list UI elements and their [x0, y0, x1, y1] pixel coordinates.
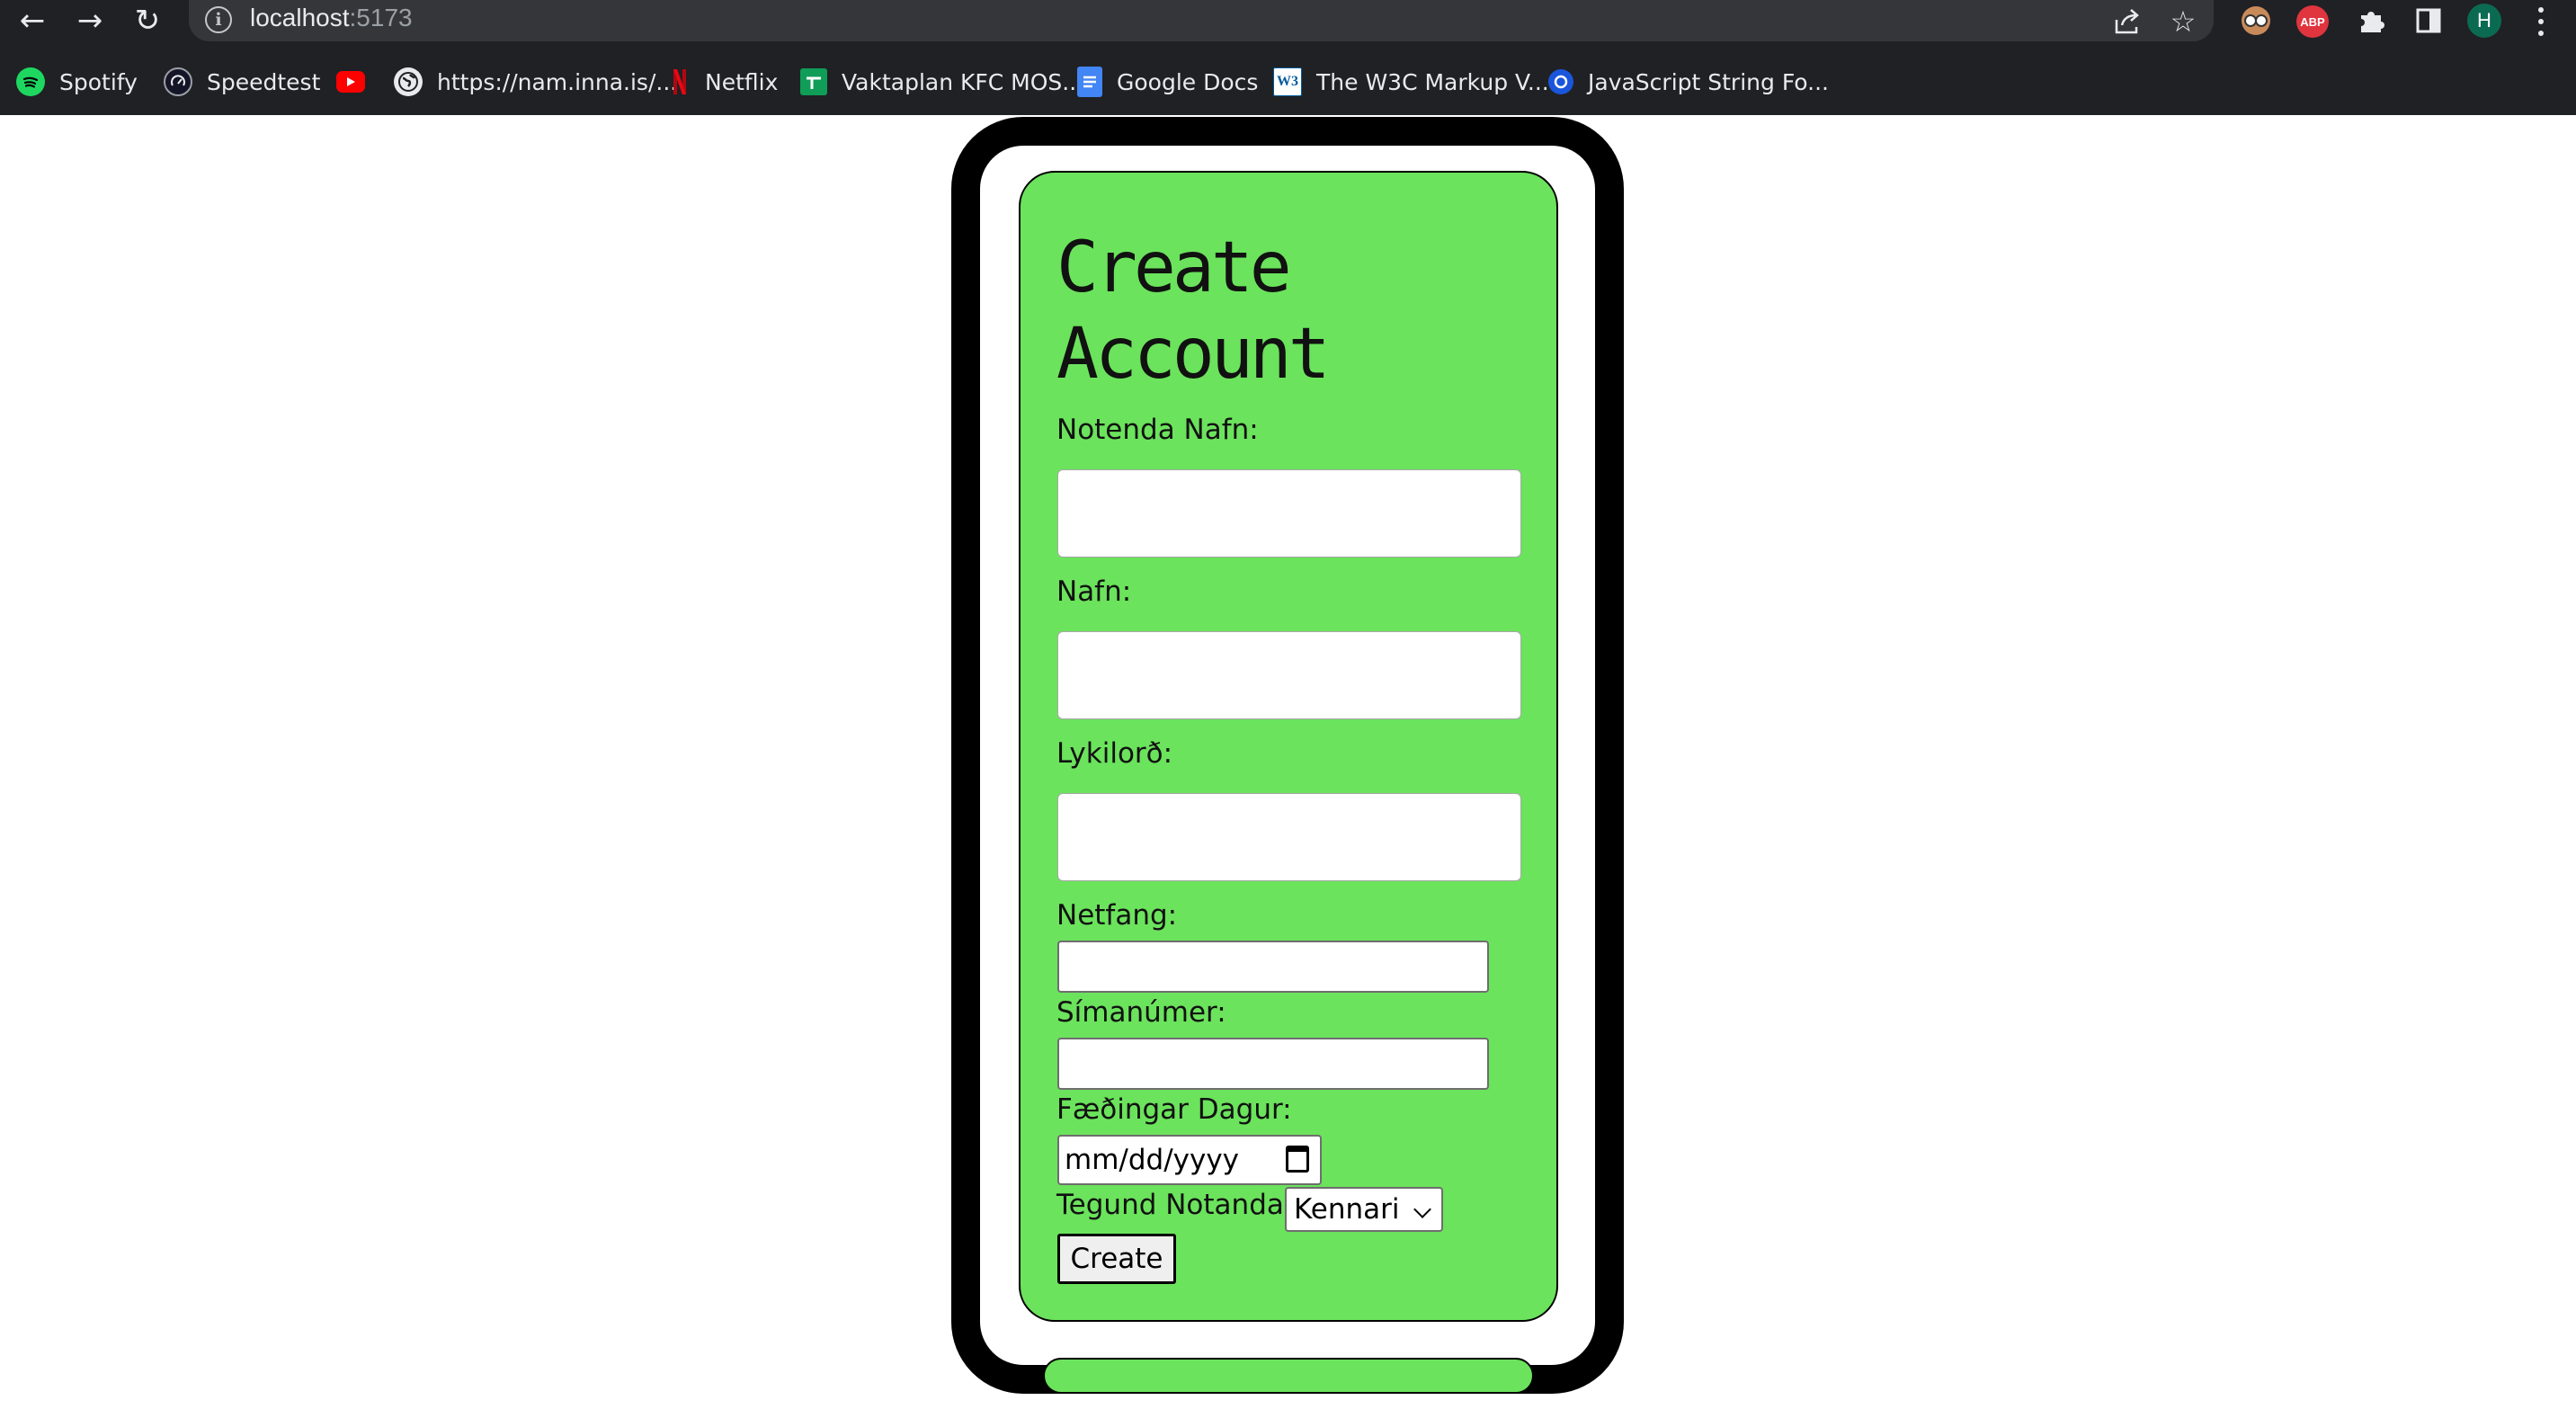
chevron-down-icon [1413, 1200, 1431, 1218]
reader-mode-icon[interactable] [2239, 4, 2273, 38]
calendar-icon[interactable] [1286, 1146, 1309, 1173]
phone-label: Símanúmer: [1056, 996, 1226, 1029]
browser-toolbar: ← → ↻ i localhost:5173 ☆ ABP H Spotify S… [0, 0, 2576, 115]
usertype-selected-value: Kennari [1294, 1193, 1400, 1226]
create-account-card: Create Account Notenda Nafn: Nafn: Lykilo… [1019, 171, 1558, 1322]
side-panel-icon[interactable] [2411, 4, 2446, 38]
page-title: Create Account [1056, 227, 1331, 395]
site-info-icon[interactable]: i [205, 6, 232, 33]
name-label: Nafn: [1056, 575, 1132, 608]
bookmark-star-icon[interactable]: ☆ [2165, 4, 2201, 40]
spotify-icon [16, 67, 45, 96]
date-placeholder: mm/dd/yyyy [1065, 1144, 1240, 1176]
name-input[interactable] [1057, 631, 1521, 719]
w3c-icon: W3 [1273, 67, 1302, 96]
email-label: Netfang: [1056, 899, 1178, 932]
bookmark-google-docs[interactable]: Google Docs [1077, 59, 1258, 104]
username-input[interactable] [1057, 469, 1521, 557]
bookmark-w3c-markup[interactable]: W3 The W3C Markup V... [1273, 59, 1549, 104]
usertype-label: Tegund Notanda: [1056, 1189, 1294, 1221]
share-icon[interactable] [2109, 4, 2145, 40]
bookmark-speedtest[interactable]: Speedtest [164, 59, 320, 104]
address-bar[interactable]: i localhost:5173 ☆ [189, 0, 2214, 41]
more-menu-icon[interactable] [2532, 4, 2550, 40]
bookmark-spotify[interactable]: Spotify [16, 59, 138, 104]
second-card-peek [1043, 1358, 1534, 1394]
username-label: Notenda Nafn: [1056, 414, 1259, 446]
email-input[interactable] [1057, 941, 1489, 993]
bookmark-netflix[interactable]: Netflix [669, 59, 778, 104]
docs-icon [1077, 67, 1102, 97]
sheets-icon [800, 68, 827, 95]
profile-avatar[interactable]: H [2467, 4, 2501, 38]
bookmark-youtube[interactable] [336, 59, 365, 104]
puzzle-extensions-icon[interactable] [2354, 4, 2388, 38]
bookmark-vaktaplan[interactable]: Vaktaplan KFC MOS... [800, 59, 1083, 104]
create-button[interactable]: Create [1057, 1234, 1176, 1284]
js-site-icon [1548, 69, 1573, 94]
speedtest-icon [164, 67, 192, 96]
bookmark-js-string[interactable]: JavaScript String Fo... [1548, 59, 1829, 104]
url-text[interactable]: localhost:5173 [250, 4, 413, 32]
birthday-date-input[interactable]: mm/dd/yyyy [1057, 1135, 1322, 1185]
adblock-plus-icon[interactable]: ABP [2296, 5, 2329, 38]
back-arrow-icon[interactable]: ← [7, 0, 58, 41]
phone-input[interactable] [1057, 1038, 1489, 1090]
forward-arrow-icon[interactable]: → [65, 0, 115, 41]
birthday-label: Fæðingar Dagur: [1056, 1093, 1292, 1126]
netflix-icon [669, 67, 691, 96]
password-input[interactable] [1057, 793, 1521, 881]
usertype-select[interactable]: Kennari [1285, 1187, 1443, 1232]
reload-icon[interactable]: ↻ [122, 0, 173, 41]
youtube-icon [336, 71, 365, 93]
bookmark-nam-inna[interactable]: https://nam.inna.is/... [394, 59, 677, 104]
password-label: Lykilorð: [1056, 737, 1173, 770]
globe-icon [394, 67, 423, 96]
